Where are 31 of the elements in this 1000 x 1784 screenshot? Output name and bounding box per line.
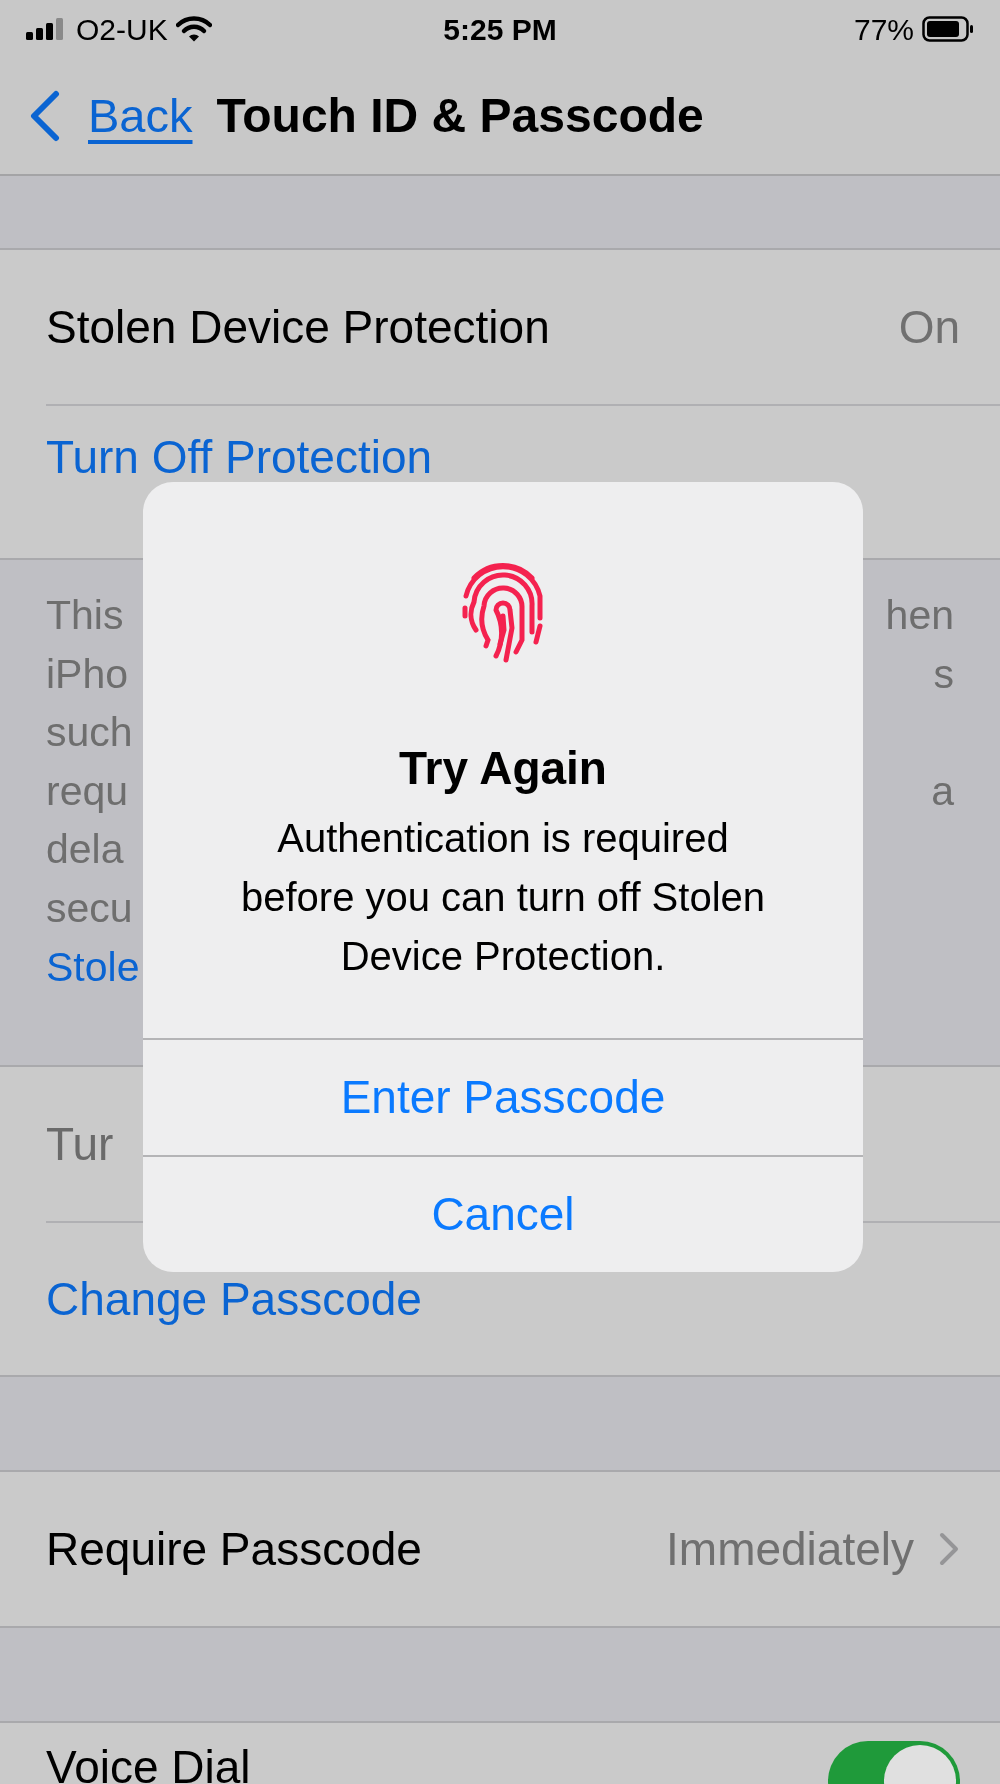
footer-text: a: [931, 766, 954, 816]
wifi-icon: [175, 16, 212, 42]
battery-icon: [922, 16, 974, 42]
carrier-name: O2-UK: [76, 11, 168, 48]
footer-text: dela: [46, 825, 124, 875]
footer-text: requ: [46, 766, 129, 816]
page-title: Touch ID & Passcode: [216, 88, 704, 144]
alert-button[interactable]: Cancel: [143, 1155, 863, 1272]
setting-value: On: [898, 299, 960, 355]
footer-text: such: [46, 708, 133, 758]
back-button[interactable]: Back: [28, 80, 193, 152]
settings-link[interactable]: Turn Off Protection: [46, 434, 433, 480]
alert-title: Try Again: [398, 741, 608, 796]
footer-link[interactable]: Stole: [46, 937, 140, 997]
status-time: 5:25 PM: [443, 11, 557, 48]
fingerprint-icon: [460, 560, 546, 664]
setting-value: Immediately: [666, 1521, 914, 1577]
settings-label: Require Passcode: [46, 1521, 422, 1577]
back-chevron-icon: [28, 90, 62, 142]
footer-text: secu: [46, 883, 133, 933]
settings-label: Stolen Device Protection: [46, 299, 550, 355]
settings-label: Voice Dial: [46, 1740, 251, 1784]
chevron-icon: [938, 1531, 960, 1567]
battery-percent: 77%: [853, 11, 914, 48]
alert-message: Authentication is required before you can turn off Stolen Device Protection.: [239, 815, 767, 980]
footer-text: hen: [885, 591, 954, 640]
footer-text: s: [933, 649, 954, 699]
settings-label: Tur: [46, 1116, 114, 1172]
footer-text: iPho: [46, 649, 129, 699]
alert-button[interactable]: Enter Passcode: [143, 1038, 863, 1155]
footer-text: This: [46, 591, 124, 640]
